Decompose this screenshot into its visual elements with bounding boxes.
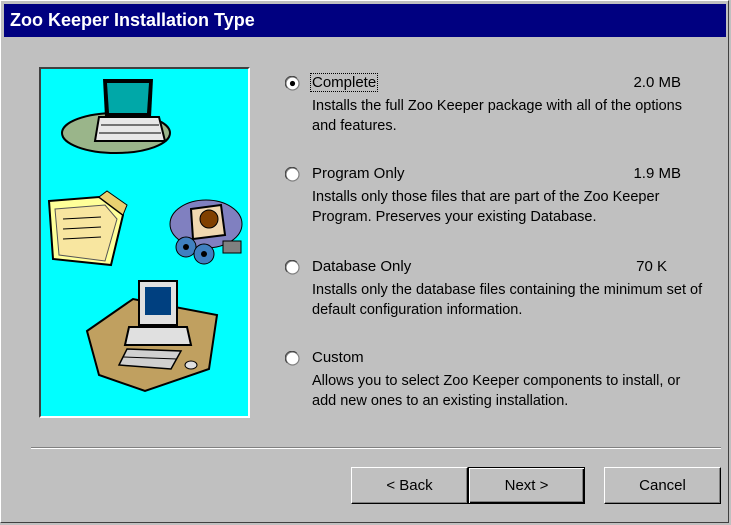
back-button[interactable]: < Back xyxy=(351,467,468,504)
folder-icon xyxy=(47,190,128,267)
option-size: 1.9 MB xyxy=(633,165,681,182)
installation-dialog: Zoo Keeper Installation Type Complete 2.… xyxy=(0,0,729,523)
option-description: Allows you to select Zoo Keeper componen… xyxy=(312,373,681,409)
option-custom[interactable]: Custom Allows you to select Zoo Keeper c… xyxy=(285,349,705,417)
cancel-button[interactable]: Cancel xyxy=(604,467,721,504)
radio-program-only[interactable] xyxy=(285,167,300,182)
radio-database-only[interactable] xyxy=(285,260,300,275)
option-label[interactable]: Database Only xyxy=(311,258,412,275)
option-size: 2.0 MB xyxy=(633,74,681,91)
window-title: Zoo Keeper Installation Type xyxy=(10,10,255,30)
option-complete[interactable]: Complete 2.0 MB Installs the full Zoo Ke… xyxy=(285,73,705,142)
laptop-icon xyxy=(61,79,171,154)
option-description: Installs only those files that are part … xyxy=(312,189,660,225)
desktop-computer-icon xyxy=(85,280,219,393)
next-button[interactable]: Next > xyxy=(468,467,585,504)
option-program-only[interactable]: Program Only 1.9 MB Installs only those … xyxy=(285,165,705,233)
radio-complete[interactable] xyxy=(285,76,300,91)
option-label[interactable]: Program Only xyxy=(311,165,406,182)
option-description: Installs only the database files contain… xyxy=(312,282,703,318)
option-size: 70 K xyxy=(636,258,667,275)
option-label[interactable]: Custom xyxy=(311,349,365,366)
radio-custom[interactable] xyxy=(285,351,300,366)
separator xyxy=(31,447,721,449)
disk-drive-icon xyxy=(169,199,243,265)
option-label[interactable]: Complete xyxy=(309,73,379,92)
option-database-only[interactable]: Database Only 70 K Installs only the dat… xyxy=(285,258,705,326)
option-description: Installs the full Zoo Keeper package wit… xyxy=(312,98,682,134)
title-bar: Zoo Keeper Installation Type xyxy=(4,4,726,37)
installation-illustration xyxy=(39,67,250,418)
